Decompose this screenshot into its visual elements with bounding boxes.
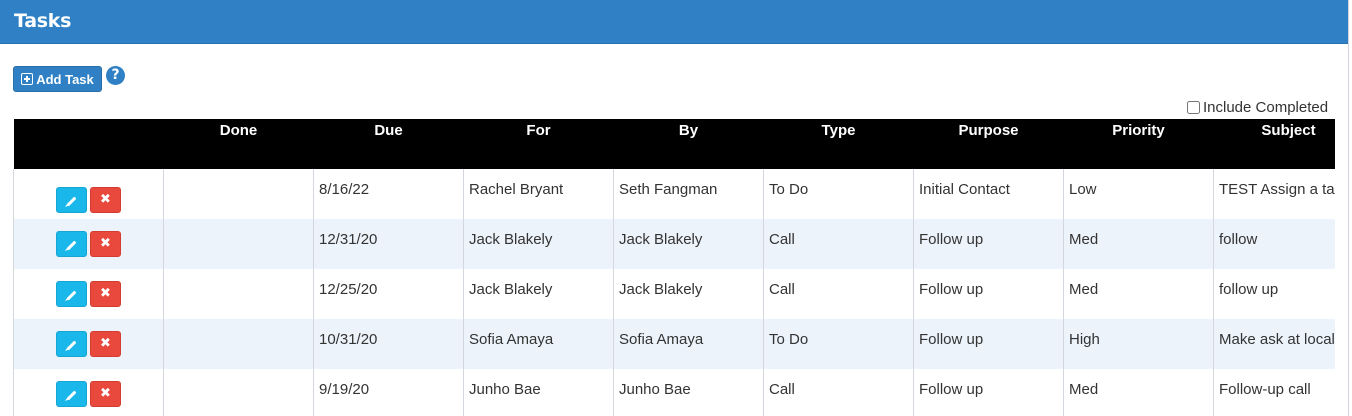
edit-task-button[interactable] — [56, 281, 87, 307]
table-body: ✖ 8/16/22 Rachel Bryant Seth Fangman To Do In… — [13, 169, 1335, 416]
cell-by: Seth Fangman — [613, 169, 764, 219]
cell-priority: Med — [1063, 269, 1214, 319]
pencil-icon — [66, 240, 77, 251]
help-icon[interactable]: ? — [106, 66, 125, 85]
cell-due: 10/31/20 — [313, 319, 464, 369]
cell-done — [163, 319, 314, 369]
include-completed-checkbox[interactable] — [1187, 100, 1200, 114]
column-header-purpose[interactable]: Purpose — [914, 119, 1064, 169]
delete-task-button[interactable]: ✖ — [90, 231, 121, 257]
column-header-type[interactable]: Type — [764, 119, 914, 169]
cell-subject: Follow-up call — [1213, 369, 1335, 416]
column-header-by[interactable]: By — [614, 119, 764, 169]
cell-due: 9/19/20 — [313, 369, 464, 416]
pencil-icon — [66, 340, 77, 351]
cell-for: Jack Blakely — [463, 219, 614, 269]
edit-task-button[interactable] — [56, 187, 87, 213]
row-actions: ✖ — [13, 219, 164, 269]
cell-for: Sofia Amaya — [463, 319, 614, 369]
column-header-actions — [14, 119, 164, 169]
panel-title: Tasks — [14, 10, 72, 32]
delete-task-button[interactable]: ✖ — [90, 187, 121, 213]
edit-task-button[interactable] — [56, 231, 87, 257]
cell-purpose: Initial Contact — [913, 169, 1064, 219]
cell-priority: Med — [1063, 219, 1214, 269]
cell-done — [163, 269, 314, 319]
cell-type: Call — [763, 269, 914, 319]
cell-by: Sofia Amaya — [613, 319, 764, 369]
x-icon: ✖ — [100, 336, 111, 351]
pencil-icon — [66, 390, 77, 401]
table-row: ✖ 12/25/20 Jack Blakely Jack Blakely Call Fol… — [13, 269, 1335, 319]
tasks-table-container: Done Due For By Type Purpose Priority Subject ✖… — [13, 119, 1335, 416]
cell-due: 12/31/20 — [313, 219, 464, 269]
delete-task-button[interactable]: ✖ — [90, 281, 121, 307]
cell-type: To Do — [763, 319, 914, 369]
x-icon: ✖ — [100, 286, 111, 301]
row-actions: ✖ — [13, 269, 164, 319]
add-task-label: Add Task — [36, 71, 94, 87]
cell-done — [163, 219, 314, 269]
cell-priority: Med — [1063, 369, 1214, 416]
column-header-subject[interactable]: Subject — [1214, 119, 1336, 169]
cell-purpose: Follow up — [913, 369, 1064, 416]
table-row: ✖ 9/19/20 Junho Bae Junho Bae Call Follow up M… — [13, 369, 1335, 416]
cell-for: Jack Blakely — [463, 269, 614, 319]
x-icon: ✖ — [100, 236, 111, 251]
delete-task-button[interactable]: ✖ — [90, 381, 121, 407]
column-header-due[interactable]: Due — [314, 119, 464, 169]
row-actions: ✖ — [13, 169, 164, 219]
table-row: ✖ 8/16/22 Rachel Bryant Seth Fangman To Do In… — [13, 169, 1335, 219]
table-row: ✖ 12/31/20 Jack Blakely Jack Blakely Call Fol… — [13, 219, 1335, 269]
cell-purpose: Follow up — [913, 319, 1064, 369]
x-icon: ✖ — [100, 192, 111, 207]
cell-subject: follow up — [1213, 269, 1335, 319]
panel-header: Tasks — [0, 0, 1348, 44]
column-header-done[interactable]: Done — [164, 119, 314, 169]
cell-type: Call — [763, 219, 914, 269]
edit-task-button[interactable] — [56, 331, 87, 357]
cell-for: Junho Bae — [463, 369, 614, 416]
cell-by: Junho Bae — [613, 369, 764, 416]
cell-for: Rachel Bryant — [463, 169, 614, 219]
cell-purpose: Follow up — [913, 269, 1064, 319]
cell-subject: follow — [1213, 219, 1335, 269]
cell-priority: High — [1063, 319, 1214, 369]
pencil-icon — [66, 196, 77, 207]
cell-subject: Make ask at local — [1213, 319, 1335, 369]
row-actions: ✖ — [13, 319, 164, 369]
include-completed-toggle[interactable]: Include Completed — [1187, 98, 1329, 116]
cell-type: To Do — [763, 169, 914, 219]
table-row: ✖ 10/31/20 Sofia Amaya Sofia Amaya To Do Foll… — [13, 319, 1335, 369]
plus-box-icon — [21, 73, 34, 85]
add-task-button[interactable]: Add Task — [13, 66, 102, 92]
cell-done — [163, 369, 314, 416]
include-completed-label: Include Completed — [1203, 98, 1329, 116]
delete-task-button[interactable]: ✖ — [90, 331, 121, 357]
edit-task-button[interactable] — [56, 381, 87, 407]
cell-type: Call — [763, 369, 914, 416]
column-header-for[interactable]: For — [464, 119, 614, 169]
row-actions: ✖ — [13, 369, 164, 416]
x-icon: ✖ — [100, 386, 111, 401]
table-header-row: Done Due For By Type Purpose Priority Subject — [13, 119, 1336, 169]
cell-purpose: Follow up — [913, 219, 1064, 269]
cell-due: 12/25/20 — [313, 269, 464, 319]
tasks-panel: Tasks Add Task ? Include Completed Done D… — [0, 0, 1349, 416]
cell-subject: TEST Assign a task — [1213, 169, 1335, 219]
cell-by: Jack Blakely — [613, 219, 764, 269]
cell-by: Jack Blakely — [613, 269, 764, 319]
cell-due: 8/16/22 — [313, 169, 464, 219]
cell-done — [163, 169, 314, 219]
cell-priority: Low — [1063, 169, 1214, 219]
pencil-icon — [66, 290, 77, 301]
column-header-priority[interactable]: Priority — [1064, 119, 1214, 169]
tasks-table: Done Due For By Type Purpose Priority Subject ✖… — [13, 119, 1335, 416]
